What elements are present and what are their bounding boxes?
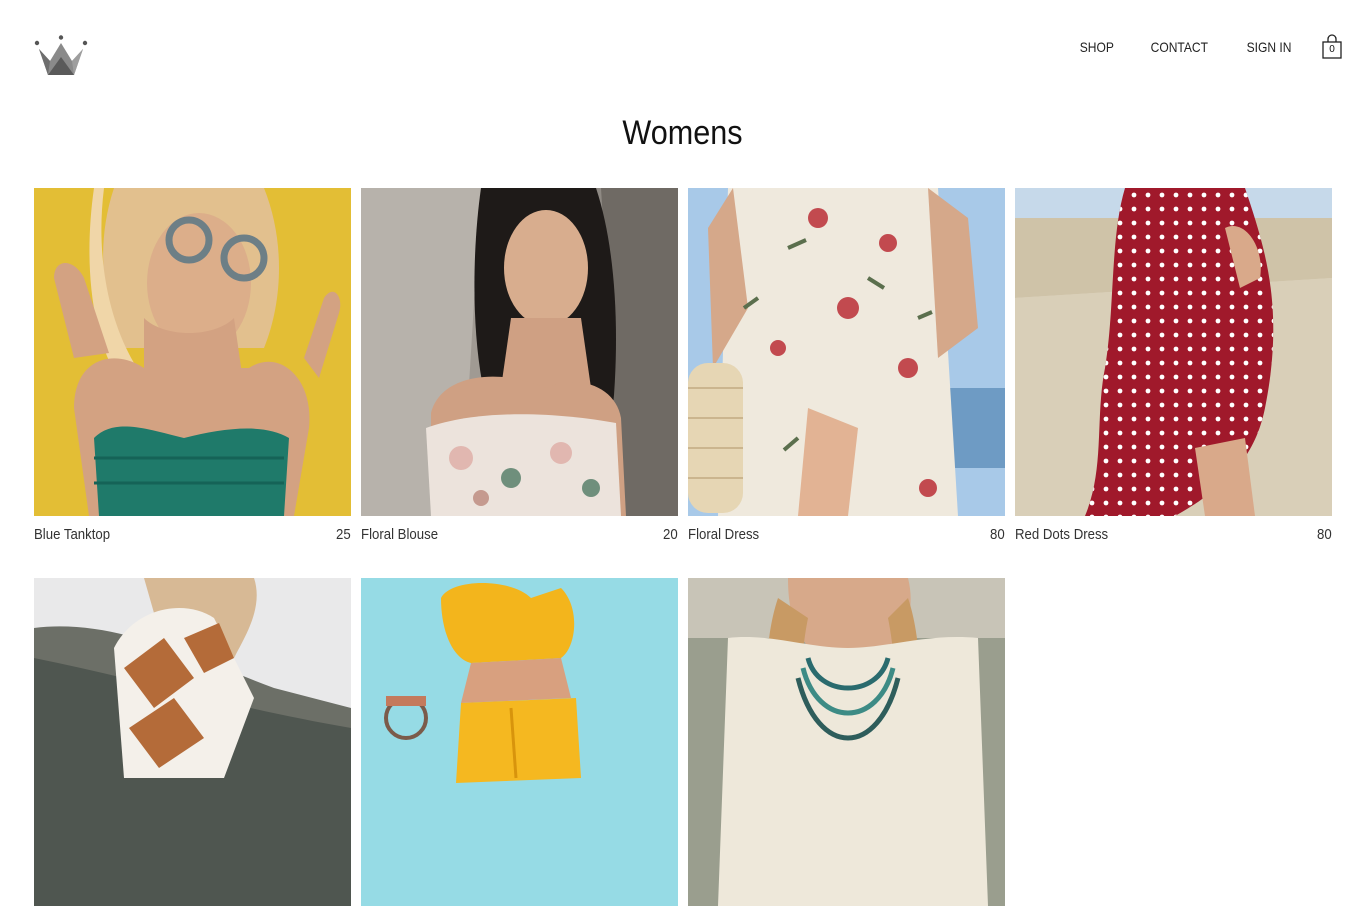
product-image[interactable] xyxy=(361,578,678,906)
site-header: SHOP CONTACT SIGN IN 0 xyxy=(0,0,1365,90)
product-image[interactable] xyxy=(361,188,678,516)
product-card-lace-top[interactable] xyxy=(688,578,1005,906)
product-meta: Blue Tanktop 25 xyxy=(34,516,351,552)
product-price: 25 xyxy=(336,525,351,543)
product-meta: Red Dots Dress 80 xyxy=(1015,516,1332,552)
product-image[interactable] xyxy=(688,188,1005,516)
product-name[interactable]: Floral Blouse xyxy=(361,526,438,543)
product-meta: Floral Blouse 20 xyxy=(361,516,678,552)
product-name[interactable]: Red Dots Dress xyxy=(1015,526,1108,543)
nav-shop-link[interactable]: SHOP xyxy=(1079,34,1113,60)
product-image[interactable] xyxy=(1015,188,1332,516)
product-image[interactable] xyxy=(688,578,1005,906)
nav-sign-in-link[interactable]: SIGN IN xyxy=(1247,34,1292,60)
product-card-blue-tanktop[interactable]: Blue Tanktop 25 xyxy=(34,188,351,552)
main-nav: SHOP CONTACT SIGN IN 0 xyxy=(1047,34,1343,60)
product-name[interactable]: Blue Tanktop xyxy=(34,526,110,543)
product-card-red-dots-dress[interactable]: Red Dots Dress 80 xyxy=(1015,188,1332,552)
nav-contact-link[interactable]: CONTACT xyxy=(1151,34,1208,60)
product-image[interactable] xyxy=(34,188,351,516)
product-name[interactable]: Floral Dress xyxy=(688,526,759,543)
product-card-floral-dress[interactable]: Floral Dress 80 xyxy=(688,188,1005,552)
crown-logo-icon[interactable] xyxy=(34,35,88,77)
cart-count: 0 xyxy=(1329,44,1335,55)
product-card-striped-sweater[interactable] xyxy=(34,578,351,906)
product-price: 80 xyxy=(1317,525,1332,543)
product-image[interactable] xyxy=(34,578,351,906)
product-price: 20 xyxy=(663,525,678,543)
product-card-floral-blouse[interactable]: Floral Blouse 20 xyxy=(361,188,678,552)
product-card-yellow-set[interactable] xyxy=(361,578,678,906)
product-meta: Floral Dress 80 xyxy=(688,516,1005,552)
product-price: 80 xyxy=(990,525,1005,543)
page-title: Womens xyxy=(622,114,743,152)
cart-button[interactable]: 0 xyxy=(1321,34,1343,60)
